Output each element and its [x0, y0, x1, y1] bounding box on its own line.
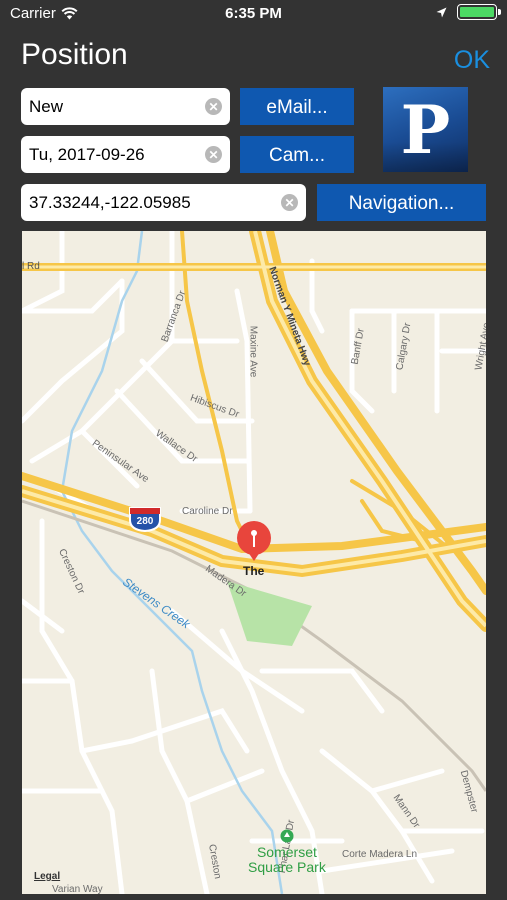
map-pin-label: The — [243, 564, 265, 578]
date-input[interactable] — [21, 143, 205, 166]
battery-fill — [460, 7, 494, 17]
interstate-shield-number: 280 — [136, 516, 154, 527]
battery-icon — [457, 4, 501, 20]
interstate-shield-icon: 280 — [128, 506, 162, 533]
clear-name-icon[interactable]: ✕ — [205, 98, 222, 115]
street-label-corte-madera: Corte Madera Ln — [342, 849, 418, 860]
page-title: Position — [21, 38, 128, 71]
park-name-line2: Square Park — [248, 859, 326, 875]
name-field[interactable]: ✕ — [21, 88, 230, 125]
coords-field[interactable]: ✕ — [21, 184, 306, 221]
status-right — [436, 4, 501, 20]
navigation-button[interactable]: Navigation... — [317, 184, 486, 221]
map-pin-icon[interactable] — [236, 521, 272, 561]
logo-letter: P — [400, 91, 451, 169]
street-label-caroline: Caroline Dr — [182, 506, 233, 517]
street-label-varian: Varian Way — [52, 884, 103, 894]
street-label-top-rd: l Rd — [22, 261, 40, 272]
status-bar: Carrier 6:35 PM — [0, 0, 507, 28]
status-time: 6:35 PM — [225, 5, 282, 22]
map-legal-link[interactable]: Legal — [34, 871, 60, 882]
clear-coords-icon[interactable]: ✕ — [281, 194, 298, 211]
name-input[interactable] — [21, 95, 205, 118]
app-logo[interactable]: P — [383, 87, 468, 172]
map-view[interactable]: 280 l Rd Norman Y Mineta Hwy Barranca Dr… — [22, 231, 486, 894]
park-label[interactable]: Somerset Square Park — [248, 829, 326, 875]
email-button[interactable]: eMail... — [240, 88, 354, 125]
park-icon — [280, 829, 294, 843]
ok-button[interactable]: OK — [454, 46, 490, 75]
street-label-maxine: Maxine Ave — [247, 325, 259, 378]
location-arrow-icon — [436, 7, 447, 17]
coords-input[interactable] — [21, 191, 281, 214]
camera-button[interactable]: Cam... — [240, 136, 354, 173]
battery-cap — [498, 9, 501, 15]
date-field[interactable]: ✕ — [21, 136, 230, 173]
clear-date-icon[interactable]: ✕ — [205, 146, 222, 163]
park-name-line1: Somerset — [256, 844, 317, 860]
